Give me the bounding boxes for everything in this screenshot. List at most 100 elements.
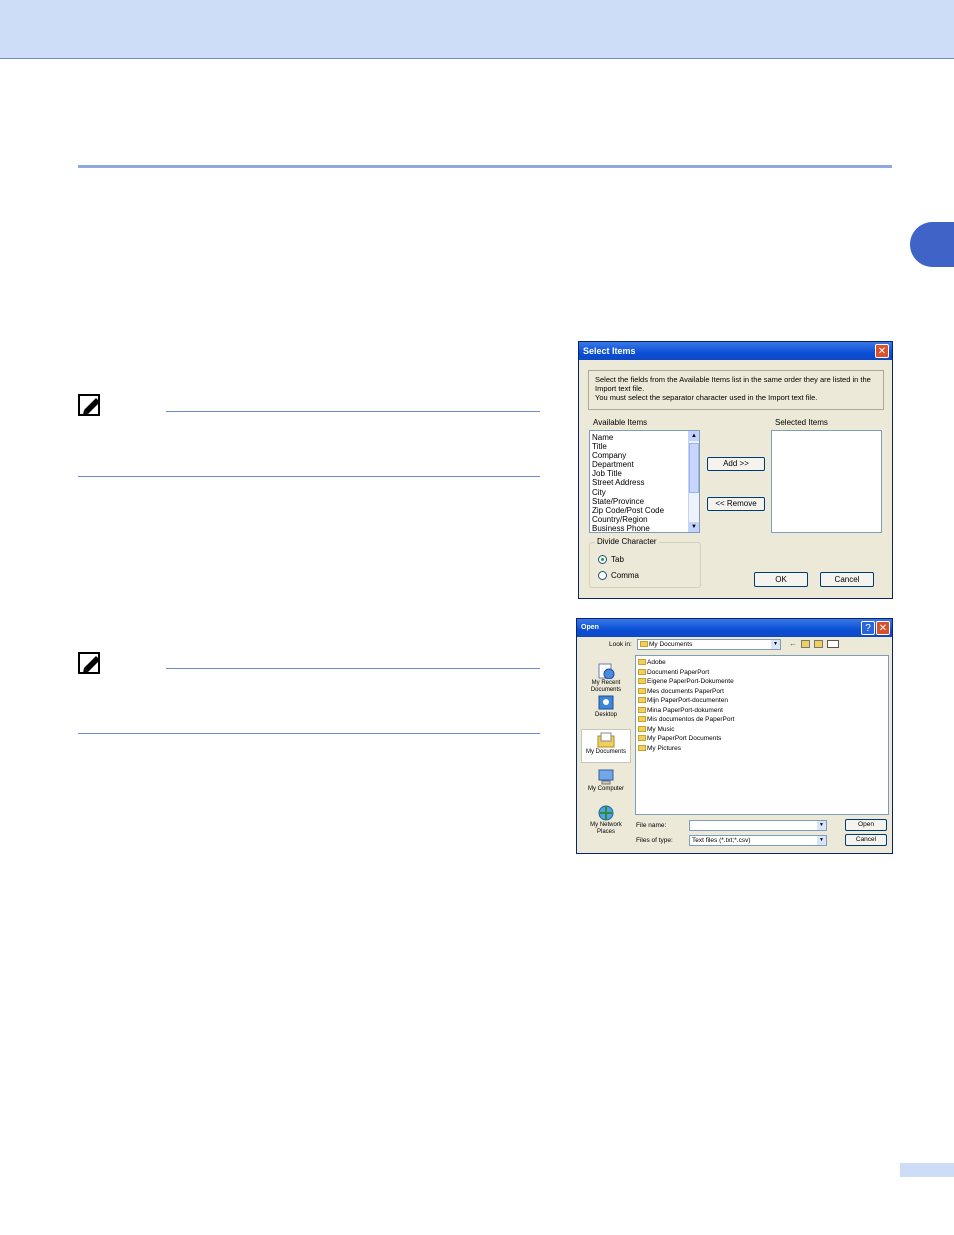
list-item[interactable]: My Music — [638, 725, 888, 735]
scroll-down-icon[interactable]: ▼ — [689, 522, 699, 532]
close-button[interactable]: ✕ — [875, 344, 889, 358]
list-item[interactable]: Title — [590, 442, 699, 451]
list-item[interactable]: Eigene PaperPort-Dokumente — [638, 677, 888, 687]
dialog-title: Select Items — [583, 346, 636, 356]
available-items-list[interactable]: Name Title Company Department Job Title … — [589, 430, 700, 533]
divide-character-group: Divide Character Tab Comma — [589, 537, 701, 588]
look-in-select[interactable]: My Documents ▼ — [637, 639, 781, 650]
list-item[interactable]: Mis documentos de PaperPort — [638, 715, 888, 725]
recent-documents-icon — [597, 663, 615, 680]
file-name-input[interactable] — [689, 820, 827, 831]
list-item[interactable]: Documenti PaperPort — [638, 668, 888, 678]
list-item[interactable]: Street Address — [590, 478, 699, 487]
note-icon — [78, 650, 104, 681]
place-label: My Recent Documents — [590, 680, 622, 693]
folder-icon — [638, 678, 646, 685]
place-label: My Network Places — [590, 822, 622, 835]
select-items-dialog: Select Items ✕ Select the fields from th… — [578, 341, 893, 599]
instruction-text: Select the fields from the Available Ite… — [588, 370, 884, 410]
note-rule — [166, 668, 540, 669]
place-label: Desktop — [594, 712, 617, 718]
open-button[interactable]: Open — [845, 819, 887, 831]
folder-icon — [638, 687, 646, 694]
place-desktop[interactable]: Desktop — [581, 695, 631, 719]
place-label: My Computer — [587, 786, 624, 792]
place-label: My Documents — [585, 749, 626, 755]
scrollbar-thumb[interactable] — [689, 443, 699, 493]
network-places-icon — [597, 805, 615, 821]
comma-radio[interactable]: Comma — [598, 571, 640, 581]
list-item[interactable]: City — [590, 488, 699, 497]
back-icon[interactable]: ← — [789, 639, 797, 648]
views-icon[interactable] — [827, 640, 839, 648]
list-item[interactable]: State/Province — [590, 497, 699, 506]
chevron-down-icon[interactable]: ▼ — [771, 640, 780, 649]
list-item[interactable]: Adobe — [638, 658, 888, 668]
list-item[interactable]: Mes documents PaperPort — [638, 687, 888, 697]
list-item[interactable]: Job Title — [590, 469, 699, 478]
chevron-down-icon[interactable]: ▼ — [817, 836, 826, 845]
place-network[interactable]: My Network Places — [581, 805, 631, 836]
music-folder-icon — [638, 725, 646, 732]
page-number-tab — [900, 1163, 954, 1177]
folder-icon — [638, 697, 646, 704]
list-item[interactable]: Zip Code/Post Code — [590, 506, 699, 515]
cancel-button[interactable]: Cancel — [845, 834, 887, 846]
section-divider — [78, 165, 892, 168]
file-list[interactable]: Adobe Documenti PaperPort Eigene PaperPo… — [635, 655, 889, 815]
up-folder-icon[interactable] — [801, 640, 810, 648]
note-rule — [166, 411, 540, 412]
new-folder-icon[interactable] — [814, 640, 823, 648]
list-item[interactable]: My PaperPort Documents — [638, 734, 888, 744]
add-button[interactable]: Add >> — [707, 457, 765, 471]
files-of-type-label: Files of type: — [636, 837, 673, 844]
help-button[interactable]: ? — [861, 621, 875, 635]
list-item[interactable]: Mijn PaperPort-documenten — [638, 696, 888, 706]
note-end-rule — [78, 476, 540, 477]
place-recent[interactable]: My Recent Documents — [581, 663, 631, 694]
list-item[interactable]: Country/Region — [590, 515, 699, 524]
files-of-type-select[interactable]: Text files (*.txt;*.csv) — [689, 835, 827, 846]
scroll-up-icon[interactable]: ▲ — [689, 431, 699, 441]
look-in-label: Look in: — [609, 641, 632, 648]
folder-icon — [640, 641, 648, 648]
divide-character-label: Divide Character — [595, 537, 659, 546]
folder-icon — [638, 668, 646, 675]
my-documents-icon — [597, 732, 615, 748]
tab-radio[interactable]: Tab — [598, 555, 624, 565]
note-icon — [78, 392, 104, 423]
list-item[interactable]: Department — [590, 460, 699, 469]
available-items-label: Available Items — [593, 418, 648, 427]
list-item[interactable]: Mina PaperPort-dokument — [638, 706, 888, 716]
folder-icon — [638, 706, 646, 713]
chevron-down-icon[interactable]: ▼ — [817, 821, 826, 830]
list-item[interactable]: Business Phone — [590, 524, 699, 532]
comma-option-label: Comma — [611, 571, 640, 580]
computer-icon — [597, 769, 615, 785]
close-button[interactable]: ✕ — [876, 621, 890, 635]
ok-button[interactable]: OK — [754, 572, 808, 587]
chapter-tab — [910, 222, 954, 267]
files-of-type-value: Text files (*.txt;*.csv) — [692, 837, 751, 844]
dialog-title: Open — [581, 624, 599, 631]
remove-button[interactable]: << Remove — [707, 497, 765, 511]
desktop-icon — [597, 695, 615, 711]
list-item[interactable]: Name — [590, 433, 699, 442]
place-my-documents[interactable]: My Documents — [581, 729, 631, 763]
look-in-value: My Documents — [649, 641, 693, 648]
selected-items-list[interactable] — [771, 430, 882, 533]
cancel-button[interactable]: Cancel — [820, 572, 874, 587]
file-name-label: File name: — [636, 822, 667, 829]
page-header-band — [0, 0, 954, 59]
open-dialog: Open ? ✕ Look in: My Documents ▼ ← My Re… — [576, 618, 893, 854]
folder-icon — [638, 716, 646, 723]
dialog-title-bar: Select Items — [579, 342, 892, 360]
note-end-rule — [78, 733, 540, 734]
list-item[interactable]: My Pictures — [638, 744, 888, 754]
pictures-folder-icon — [638, 744, 646, 751]
places-bar: My Recent Documents Desktop My Documents… — [579, 655, 633, 851]
folder-icon — [638, 735, 646, 742]
list-item[interactable]: Company — [590, 451, 699, 460]
place-my-computer[interactable]: My Computer — [581, 769, 631, 793]
scrollbar[interactable]: ▲ ▼ — [688, 431, 699, 532]
